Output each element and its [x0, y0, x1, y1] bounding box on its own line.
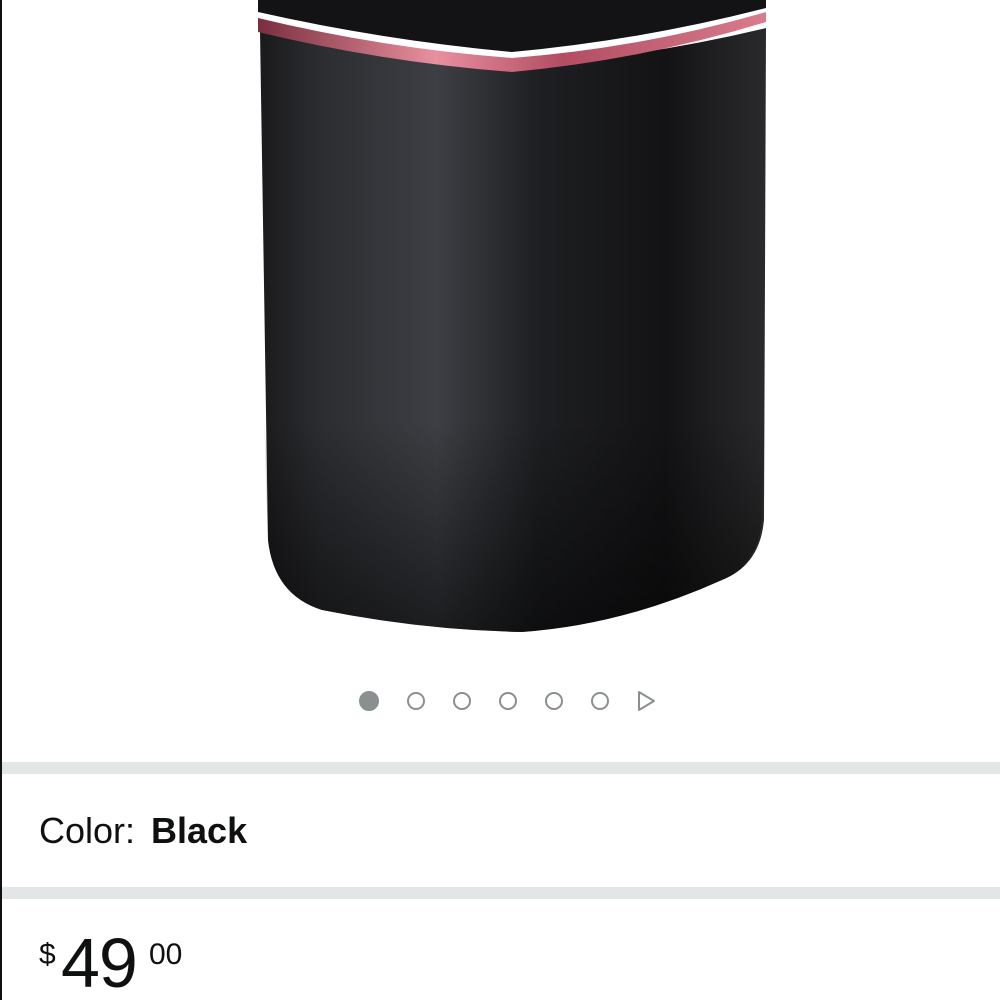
carousel-dot-4[interactable] — [499, 692, 517, 710]
carousel-dot-5[interactable] — [545, 692, 563, 710]
product-photo — [258, 0, 766, 632]
carousel-dot-3[interactable] — [453, 692, 471, 710]
price-whole: 49 — [61, 924, 138, 1000]
section-divider — [2, 887, 1000, 899]
carousel-dot-1[interactable] — [359, 691, 379, 711]
carousel-dot-6[interactable] — [591, 692, 609, 710]
color-label: Color: — [39, 809, 136, 851]
product-detail-page: Color: Black $ 49 00 — [0, 0, 1000, 1000]
product-image[interactable] — [2, 0, 1000, 670]
image-carousel-indicator — [2, 688, 1000, 714]
carousel-dot-2[interactable] — [407, 692, 425, 710]
color-selector[interactable]: Color: Black — [2, 774, 1000, 887]
price-fraction: 00 — [149, 938, 183, 971]
section-divider — [2, 762, 1000, 774]
price-currency-symbol: $ — [39, 938, 56, 971]
play-triangle-icon[interactable] — [635, 690, 657, 712]
color-value: Black — [151, 809, 248, 851]
